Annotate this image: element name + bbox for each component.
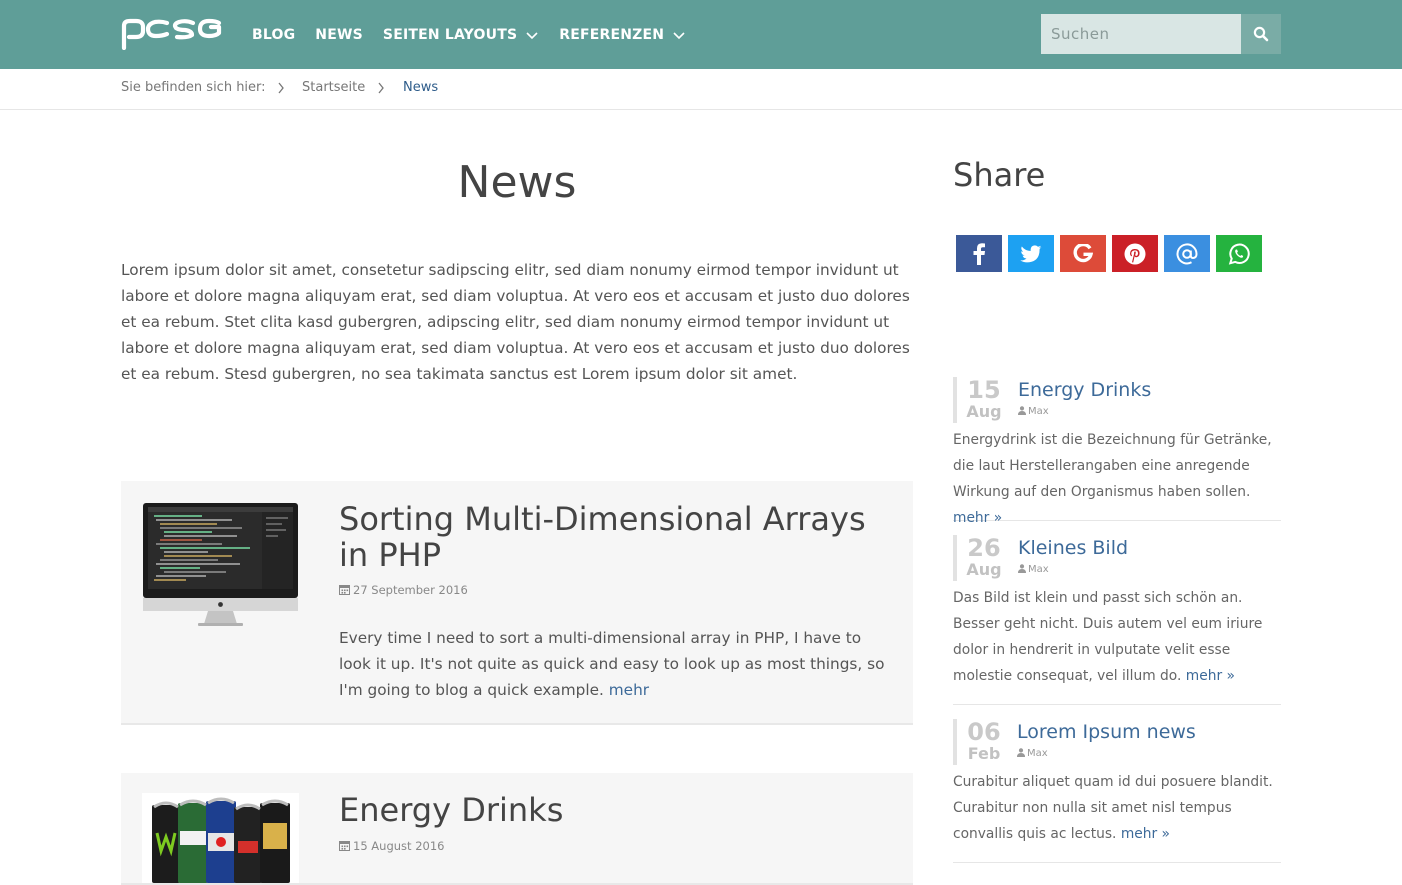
main-nav: BLOG NEWS SEITEN LAYOUTS REFERENZEN <box>252 0 706 69</box>
post-date: 27 September 2016 <box>339 583 468 597</box>
news-author-name: Max <box>1028 564 1049 575</box>
news-date: 26 Aug <box>953 535 1011 581</box>
email-icon <box>1176 242 1198 264</box>
news-excerpt: Energydrink ist die Bezeichnung für Getr… <box>953 427 1281 531</box>
pinterest-icon <box>1124 243 1146 264</box>
site-logo[interactable] <box>121 16 223 50</box>
nav-seiten-layouts[interactable]: SEITEN LAYOUTS <box>383 27 539 43</box>
news-date-month: Aug <box>966 402 1002 421</box>
news-title-link[interactable]: Kleines Bild <box>1018 537 1128 559</box>
news-date-month: Aug <box>966 560 1002 579</box>
user-icon <box>1017 748 1025 757</box>
news-date-day: 26 <box>967 534 1001 562</box>
news-author-name: Max <box>1028 406 1049 417</box>
chevron-down-icon <box>673 31 685 39</box>
news-author: Max <box>1017 748 1048 759</box>
breadcrumb-home-link[interactable]: Startseite <box>302 80 365 95</box>
share-whatsapp-button[interactable] <box>1216 235 1262 272</box>
share-facebook-button[interactable] <box>956 235 1002 272</box>
news-date-day: 06 <box>967 718 1001 746</box>
post-more-link[interactable]: mehr <box>609 681 649 699</box>
post-thumbnail-energy-drinks[interactable] <box>142 793 299 883</box>
news-author-name: Max <box>1027 748 1048 759</box>
news-date-day: 15 <box>967 376 1001 404</box>
news-more-link[interactable]: mehr » <box>1186 668 1235 684</box>
news-excerpt-text: Energydrink ist die Bezeichnung für Getr… <box>953 432 1272 500</box>
news-more-link[interactable]: mehr » <box>953 510 1002 526</box>
facebook-icon <box>973 242 985 265</box>
news-date: 06 Feb <box>953 719 1011 765</box>
whatsapp-icon <box>1228 243 1250 265</box>
news-author: Max <box>1018 406 1049 417</box>
post-excerpt: Every time I need to sort a multi-dimens… <box>339 625 894 703</box>
post-card: Energy Drinks 15 August 2016 <box>121 773 913 885</box>
news-excerpt-text: Curabitur aliquet quam id dui posuere bl… <box>953 774 1273 842</box>
google-icon <box>1073 243 1093 262</box>
news-date-month: Feb <box>967 744 1001 763</box>
search-button[interactable] <box>1241 14 1281 54</box>
breadcrumb-prefix: Sie befinden sich hier: <box>121 80 266 95</box>
sidebar-news-item: 26 Aug Kleines Bild Max Das Bild ist kle… <box>953 535 1281 705</box>
nav-blog-label: BLOG <box>252 26 296 43</box>
sidebar-news-item: 06 Feb Lorem Ipsum news Max Curabitur al… <box>953 719 1281 863</box>
page-title: News <box>457 157 577 208</box>
news-excerpt: Das Bild ist klein und passt sich schön … <box>953 585 1281 689</box>
twitter-icon <box>1020 244 1042 262</box>
nav-referenzen-label: REFERENZEN <box>559 26 665 43</box>
chevron-right-icon <box>278 82 284 94</box>
news-date: 15 Aug <box>953 377 1011 423</box>
nav-seiten-layouts-label: SEITEN LAYOUTS <box>382 26 518 43</box>
chevron-down-icon <box>526 31 538 39</box>
share-google-button[interactable] <box>1060 235 1106 272</box>
intro-text: Lorem ipsum dolor sit amet, consetetur s… <box>121 261 910 383</box>
nav-news[interactable]: NEWS <box>315 27 363 43</box>
share-title: Share <box>953 156 1046 194</box>
post-title-link[interactable]: Energy Drinks <box>339 792 899 828</box>
news-author: Max <box>1018 564 1049 575</box>
share-twitter-button[interactable] <box>1008 235 1054 272</box>
user-icon <box>1018 564 1026 573</box>
nav-news-label: NEWS <box>315 26 363 43</box>
sidebar-news-item: 15 Aug Energy Drinks Max Energydrink ist… <box>953 377 1281 526</box>
post-card: Sorting Multi-Dimensional Arrays in PHP … <box>121 481 913 725</box>
search-icon <box>1253 26 1269 42</box>
top-navbar: BLOG NEWS SEITEN LAYOUTS REFERENZEN <box>0 0 1402 69</box>
share-pinterest-button[interactable] <box>1112 235 1158 272</box>
news-title-link[interactable]: Lorem Ipsum news <box>1017 721 1196 743</box>
breadcrumb-current[interactable]: News <box>403 80 438 95</box>
user-icon <box>1018 406 1026 415</box>
news-title-link[interactable]: Energy Drinks <box>1018 379 1151 401</box>
search-input[interactable] <box>1041 14 1241 54</box>
calendar-icon <box>339 585 350 595</box>
post-date-text: 15 August 2016 <box>353 839 445 853</box>
nav-blog[interactable]: BLOG <box>252 27 295 43</box>
news-excerpt: Curabitur aliquet quam id dui posuere bl… <box>953 769 1281 847</box>
post-thumbnail-imac[interactable] <box>142 502 299 626</box>
chevron-right-icon <box>378 82 384 94</box>
news-more-link[interactable]: mehr » <box>1121 826 1170 842</box>
post-title-link[interactable]: Sorting Multi-Dimensional Arrays in PHP <box>339 501 899 573</box>
share-buttons <box>956 235 1268 272</box>
post-date: 15 August 2016 <box>339 839 444 853</box>
share-email-button[interactable] <box>1164 235 1210 272</box>
calendar-icon <box>339 841 350 851</box>
post-date-text: 27 September 2016 <box>353 583 468 597</box>
nav-referenzen[interactable]: REFERENZEN <box>559 27 686 43</box>
